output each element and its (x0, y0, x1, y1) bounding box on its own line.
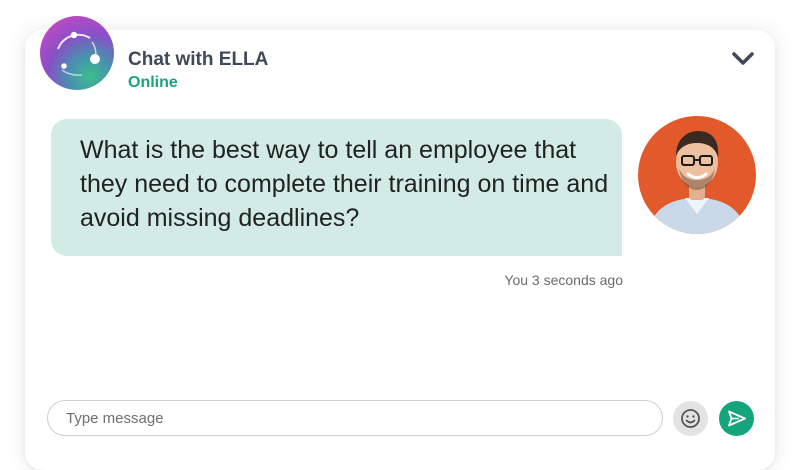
collapse-button[interactable] (730, 48, 756, 70)
message-input[interactable] (47, 400, 663, 436)
chevron-down-icon (732, 52, 754, 65)
smiley-icon (681, 409, 700, 428)
user-photo (648, 131, 746, 234)
ella-logo-icon (57, 31, 100, 76)
emoji-button[interactable] (673, 401, 708, 436)
chat-title: Chat with ELLA (128, 49, 269, 70)
user-avatar (638, 116, 756, 234)
send-button[interactable] (719, 401, 754, 436)
message-text: What is the best way to tell an employee… (80, 136, 609, 232)
send-icon (728, 410, 746, 427)
message-meta: You 3 seconds ago (504, 272, 623, 288)
status-label: Online (128, 74, 178, 91)
bot-avatar (40, 16, 114, 90)
